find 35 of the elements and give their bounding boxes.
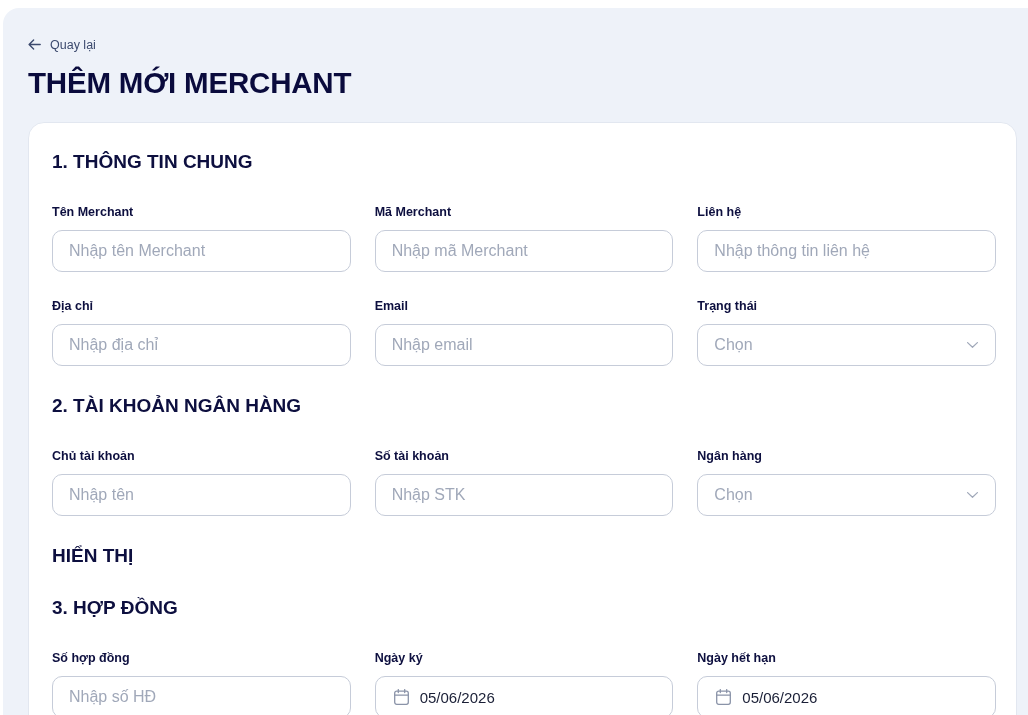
calendar-icon — [716, 689, 732, 705]
input-field[interactable]: Nhập thông tin liên hệ — [697, 230, 996, 272]
chevron-down-icon — [967, 342, 978, 348]
input-field[interactable]: Nhập địa chỉ — [52, 324, 351, 366]
input-field[interactable]: Nhập mã Merchant — [374, 230, 674, 272]
field-label: Tên Merchant — [52, 204, 135, 220]
section-title: HIỂN THỊ — [52, 544, 135, 568]
field-label: Ngân hàng — [697, 448, 763, 464]
page-title: THÊM MỚI MERCHANT — [28, 65, 353, 101]
field-label: Mã Merchant — [374, 204, 453, 220]
field-label: Số tài khoản — [374, 448, 450, 464]
input-field[interactable]: Nhập STK — [374, 474, 674, 516]
field-label: Email — [374, 298, 409, 314]
field-label: Ngày ký — [374, 650, 424, 666]
back-link[interactable]: Quay lại — [28, 35, 96, 54]
section-title: 3. HỢP ĐỒNG — [52, 596, 179, 620]
input-field[interactable]: Nhập tên Merchant — [52, 230, 351, 272]
chevron-down-icon — [967, 492, 978, 498]
section-title: 2. TÀI KHOẢN NGÂN HÀNG — [52, 394, 303, 418]
dropdown-field[interactable]: Chọn — [697, 474, 996, 516]
field-label: Chủ tài khoản — [52, 448, 136, 464]
field-label: Liên hệ — [697, 204, 743, 220]
field-label: Ngày hết hạn — [697, 650, 777, 666]
dropdown-field[interactable]: Chọn — [697, 324, 996, 366]
input-field[interactable]: Nhập tên — [52, 474, 351, 516]
date-field[interactable]: 05/06/2026 — [374, 676, 674, 715]
field-label: Số hợp đồng — [52, 650, 131, 666]
date-field[interactable]: 05/06/2026 — [697, 676, 996, 715]
field-label: Trạng thái — [697, 298, 759, 314]
input-field[interactable]: Nhập email — [374, 324, 674, 366]
field-label: Địa chỉ — [52, 298, 94, 314]
arrow-left-icon — [28, 39, 41, 50]
input-field[interactable]: Nhập số HĐ — [52, 676, 351, 715]
calendar-icon — [393, 689, 409, 705]
section-title: 1. THÔNG TIN CHUNG — [52, 150, 254, 174]
